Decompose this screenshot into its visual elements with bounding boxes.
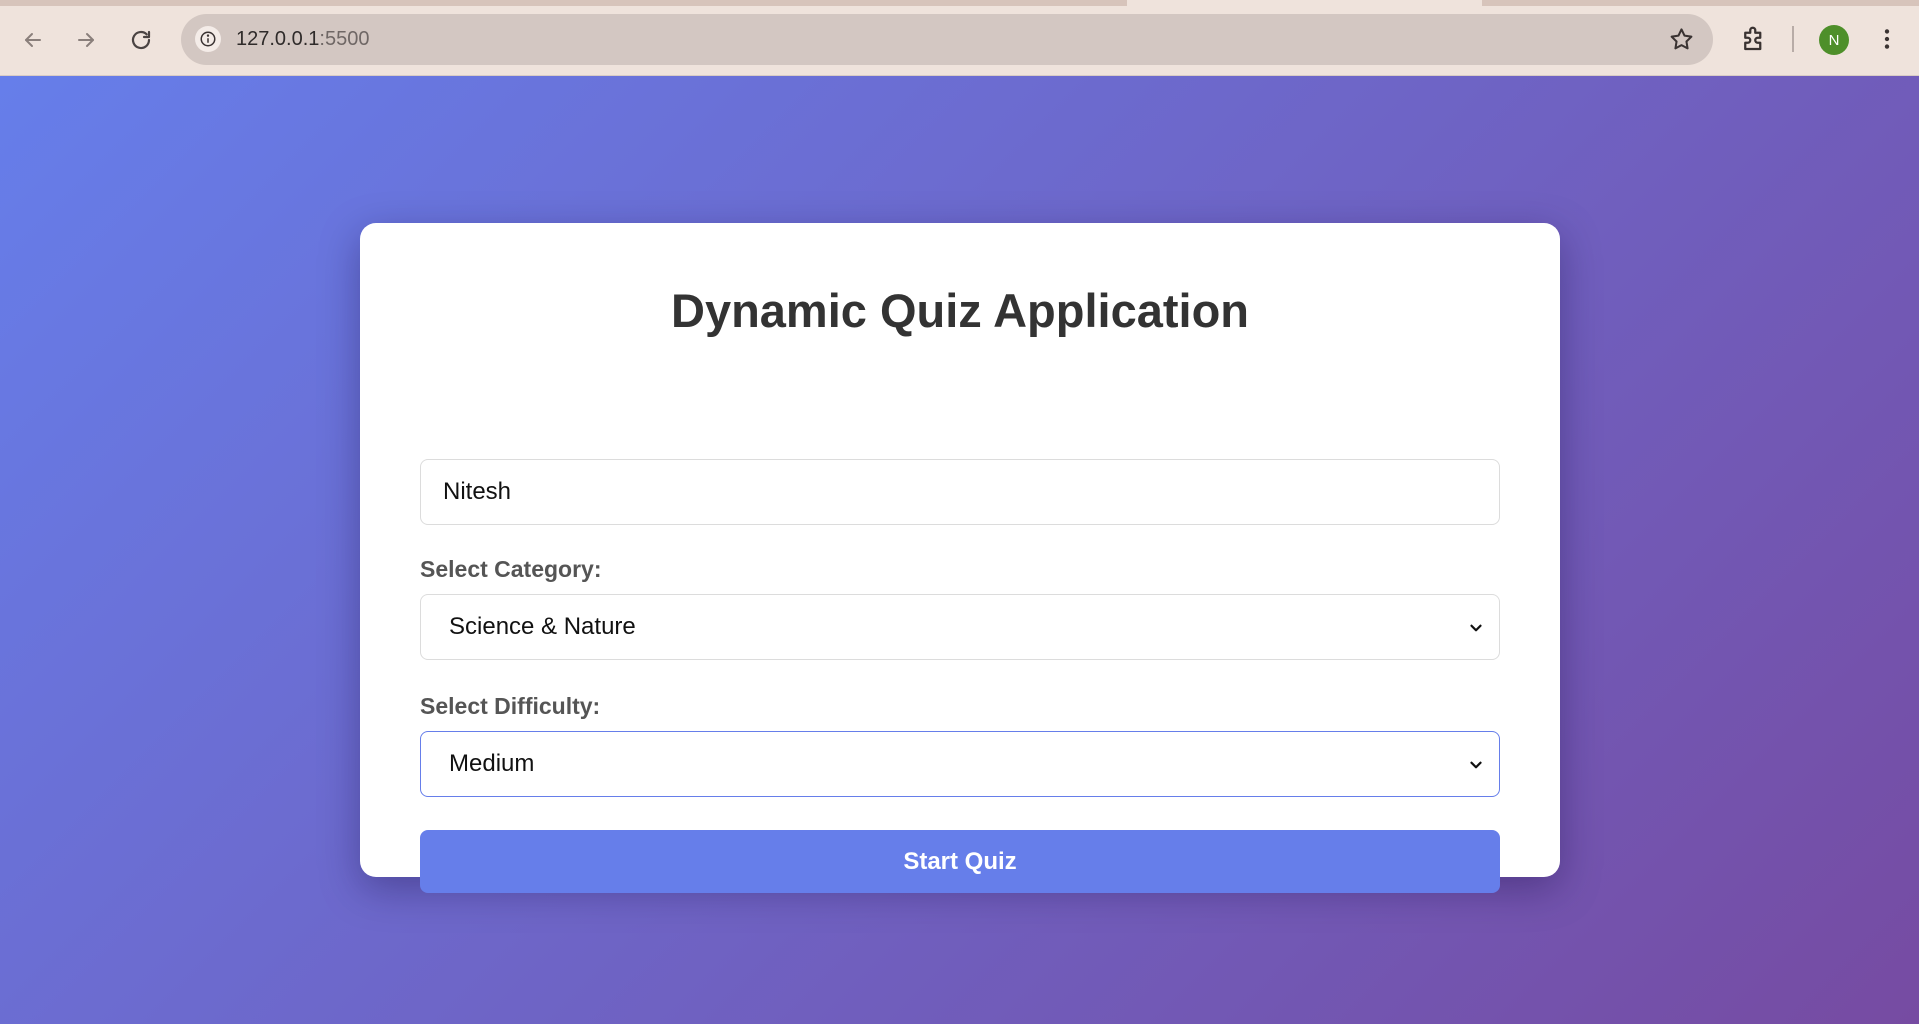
active-tab[interactable]: [1127, 0, 1482, 6]
back-button[interactable]: [13, 20, 53, 60]
quiz-setup-card: Dynamic Quiz Application Select Category…: [360, 223, 1560, 893]
category-label: Select Category:: [420, 556, 602, 582]
reload-icon: [131, 30, 151, 50]
chevron-down-icon: [1470, 761, 1482, 769]
category-select[interactable]: Science & Nature: [420, 594, 1500, 660]
site-info-icon[interactable]: [195, 26, 221, 52]
browser-toolbar: 127.0.0.1:5500 N: [0, 0, 1919, 76]
difficulty-label: Select Difficulty:: [420, 693, 601, 719]
category-selected-value: Science & Nature: [449, 613, 636, 640]
name-input[interactable]: [420, 459, 1500, 525]
reload-button[interactable]: [121, 20, 161, 60]
bookmark-star-icon[interactable]: [1668, 26, 1695, 53]
difficulty-select[interactable]: Medium: [420, 731, 1500, 797]
page-background: Dynamic Quiz Application Select Category…: [0, 76, 1919, 1024]
difficulty-selected-value: Medium: [449, 750, 535, 777]
tab-strip: [0, 0, 1919, 6]
url-text[interactable]: 127.0.0.1:5500: [236, 28, 369, 51]
extensions-puzzle-icon[interactable]: [1739, 24, 1769, 54]
url-port: :5500: [319, 28, 370, 50]
start-quiz-button[interactable]: Start Quiz: [420, 830, 1500, 893]
address-bar[interactable]: 127.0.0.1:5500: [181, 14, 1713, 65]
toolbar-divider: [1792, 26, 1794, 52]
back-arrow-icon: [25, 33, 41, 47]
chevron-down-icon: [1470, 624, 1482, 632]
forward-button[interactable]: [66, 20, 106, 60]
profile-avatar[interactable]: N: [1819, 25, 1849, 55]
url-host: 127.0.0.1: [236, 28, 320, 50]
kebab-menu-icon[interactable]: [1874, 24, 1900, 54]
forward-arrow-icon: [78, 33, 94, 47]
page-title: Dynamic Quiz Application: [671, 284, 1249, 337]
